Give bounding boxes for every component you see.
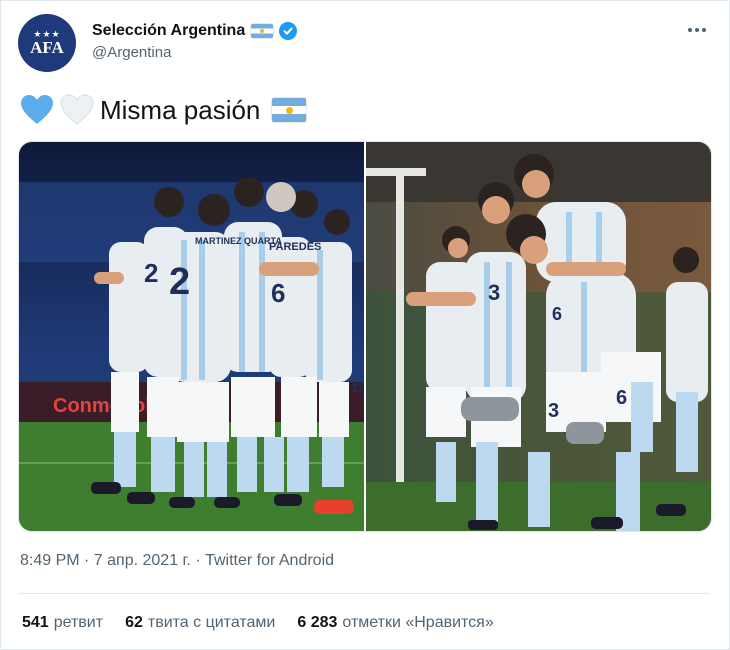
- jersey-number: 3: [488, 280, 500, 305]
- jersey-number: 6: [271, 278, 285, 308]
- quote-tweets-label: твита с цитатами: [147, 614, 276, 631]
- author-info: Selección Argentina @Argentina: [92, 20, 298, 61]
- women-team-photo[interactable]: 3 6 3 6: [366, 142, 711, 531]
- tweet-header: ★★★ AFA Selección Argentina @Argentina: [18, 14, 718, 72]
- retweets-stat[interactable]: 541 ретвит: [22, 614, 103, 632]
- avatar-logo-text: AFA: [30, 37, 64, 57]
- jersey-name: PAREDES: [269, 241, 321, 253]
- tweet-timestamp[interactable]: 8:49 PM · 7 апр. 2021 г. · Twitter for A…: [20, 552, 334, 570]
- white-heart-icon: [60, 94, 94, 125]
- jersey-number: 6: [616, 387, 627, 409]
- likes-label: отметки «Нравится»: [342, 614, 494, 631]
- tweet-stats: 541 ретвит 62 твита с цитатами 6 283 отметк…: [22, 614, 494, 632]
- tweet-text-content: Misma pasión: [100, 94, 261, 125]
- jersey-number: 6: [552, 304, 562, 324]
- avatar[interactable]: ★★★ AFA: [18, 14, 76, 72]
- user-handle[interactable]: @Argentina: [92, 44, 297, 61]
- quote-tweets-stat[interactable]: 62 твита с цитатами: [125, 614, 275, 632]
- likes-stat[interactable]: 6 283 отметки «Нравится»: [297, 614, 493, 632]
- display-name-row: Selección Argentina: [92, 20, 298, 42]
- divider: [18, 593, 710, 594]
- likes-count: 6 283: [297, 614, 338, 631]
- retweets-label: ретвит: [53, 614, 104, 631]
- retweets-count: 541: [22, 614, 49, 631]
- display-name[interactable]: Selección Argentina: [92, 22, 245, 40]
- tweet-text: Misma pasión: [20, 90, 307, 130]
- jersey-number: 2: [169, 261, 190, 303]
- blue-heart-icon: [21, 95, 53, 124]
- argentina-flag-icon: [251, 24, 274, 38]
- more-options-icon[interactable]: [682, 20, 712, 40]
- tweet-media[interactable]: Conmebol 2 2 6 1 MARTINEZ QUARTA PAREDES…: [18, 141, 712, 532]
- quote-tweets-count: 62: [125, 614, 143, 631]
- jersey-number: 2: [144, 258, 158, 288]
- verified-badge-icon: [279, 22, 298, 40]
- jersey-number: 3: [548, 400, 559, 422]
- jersey-number: 15: [351, 379, 364, 395]
- argentina-flag-icon: [272, 98, 307, 122]
- men-team-photo[interactable]: Conmebol 2 2 6 1 MARTINEZ QUARTA PAREDES: [19, 142, 364, 531]
